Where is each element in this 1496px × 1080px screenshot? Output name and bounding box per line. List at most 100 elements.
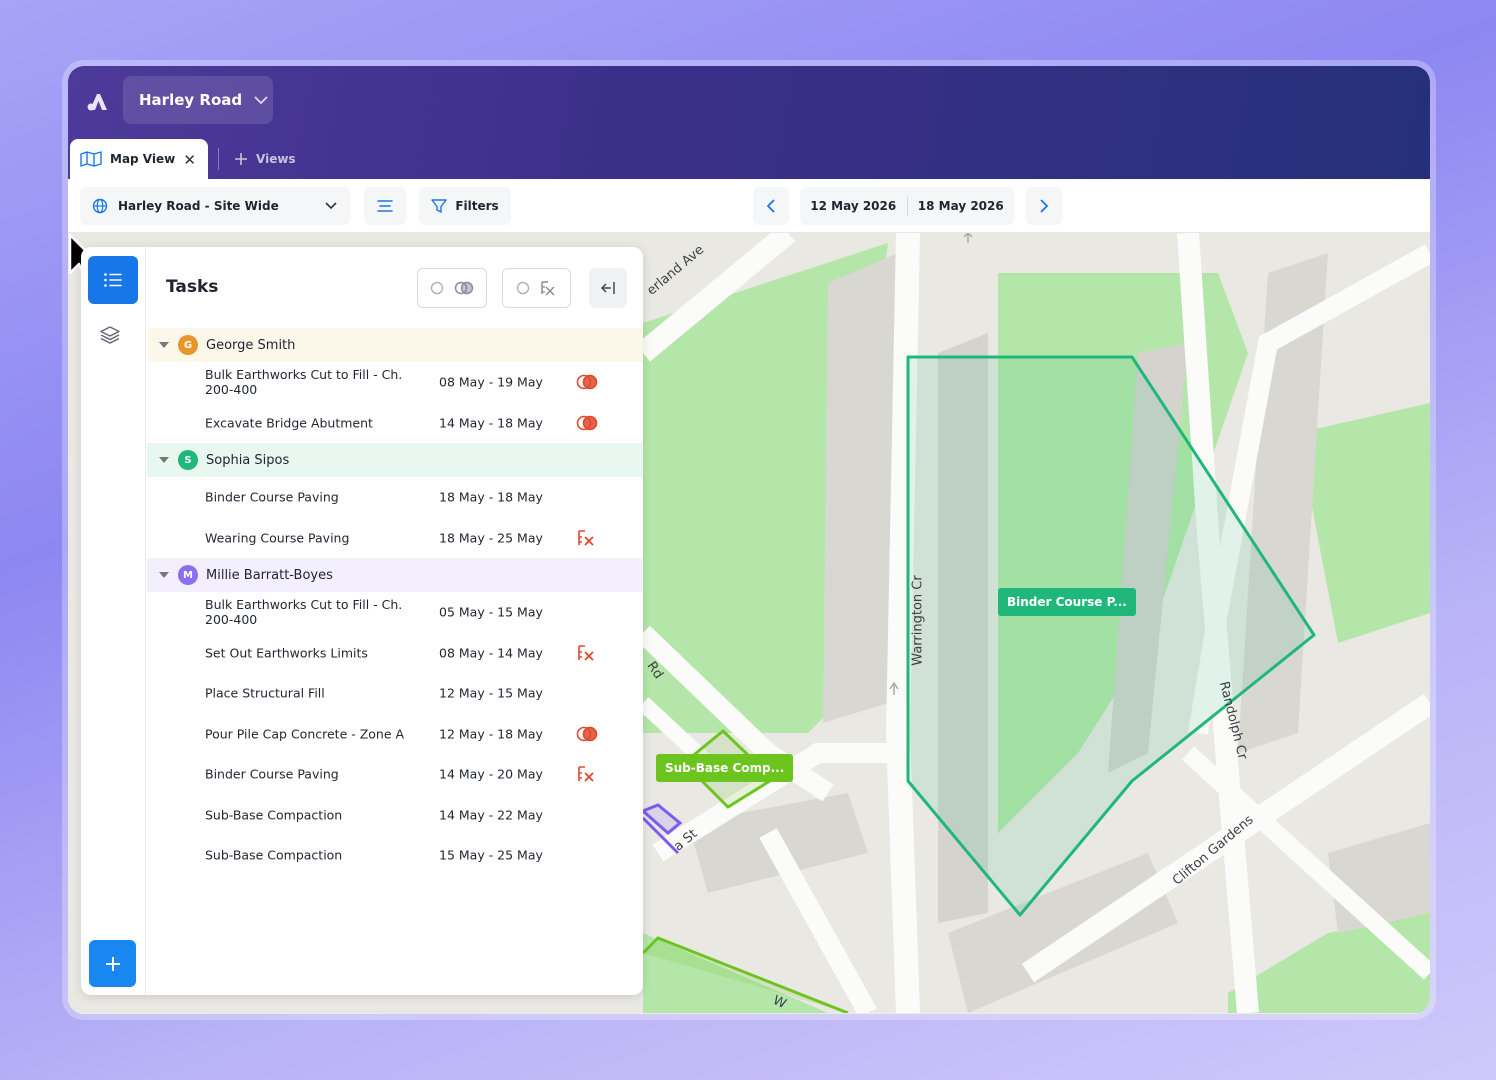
panel-rail	[81, 247, 146, 995]
assignee-name: George Smith	[206, 337, 296, 353]
next-date-button[interactable]	[1026, 187, 1062, 225]
collapse-panel-button[interactable]	[589, 268, 627, 308]
task-name: Bulk Earthworks Cut to Fill - Ch. 200-40…	[205, 597, 403, 628]
date-start[interactable]: 12 May 2026	[800, 199, 907, 213]
chevron-down-icon	[325, 202, 337, 210]
project-name: Harley Road	[139, 91, 243, 109]
task-row[interactable]: Binder Course Paving 18 May - 18 May	[147, 477, 643, 518]
add-task-button[interactable]	[89, 940, 136, 987]
expand-caret-icon[interactable]	[159, 457, 169, 463]
task-dates: 15 May - 25 May	[439, 847, 543, 863]
task-list-icon	[104, 273, 122, 287]
task-dates: 14 May - 20 May	[439, 766, 543, 782]
collapse-left-icon	[600, 282, 615, 294]
no-location-icon[interactable]	[576, 644, 598, 662]
project-selector[interactable]: Harley Road	[123, 76, 273, 124]
top-navigation-bar: Harley Road Map View ✕ Views	[68, 66, 1430, 179]
task-name: Place Structural Fill	[205, 685, 325, 701]
assignee-name: Millie Barratt-Boyes	[206, 567, 333, 583]
conflict-icon[interactable]	[576, 414, 598, 432]
avatar: G	[178, 335, 198, 355]
tab-label: Map View	[110, 152, 176, 166]
tasks-panel: Tasks G George Smith Bulk Earthworks Cut t…	[81, 247, 643, 995]
no-location-filter-toggle[interactable]	[502, 268, 571, 308]
task-row[interactable]: Sub-Base Compaction 14 May - 22 May	[147, 795, 643, 836]
map-toolbar: Harley Road - Site Wide Filters 12 May 2…	[68, 179, 1430, 233]
globe-icon	[92, 198, 108, 214]
overlap-icon	[454, 281, 474, 295]
avatar: M	[178, 565, 198, 585]
task-row[interactable]: Pour Pile Cap Concrete - Zone A 12 May - …	[147, 714, 643, 755]
task-dates: 14 May - 18 May	[439, 415, 543, 431]
chevron-down-icon	[254, 95, 268, 104]
panel-title: Tasks	[166, 277, 219, 297]
close-tab-icon[interactable]: ✕	[183, 151, 196, 169]
expand-caret-icon[interactable]	[159, 572, 169, 578]
no-location-icon[interactable]	[576, 765, 598, 783]
task-row[interactable]: Bulk Earthworks Cut to Fill - Ch. 200-40…	[147, 592, 643, 633]
site-label: Harley Road - Site Wide	[118, 199, 279, 213]
previous-date-button[interactable]	[753, 187, 789, 225]
filter-icon	[431, 199, 448, 213]
add-view-button[interactable]: Views	[234, 146, 296, 172]
tab-map-view[interactable]: Map View ✕	[70, 139, 208, 179]
assignee-name: Sophia Sipos	[206, 452, 290, 468]
radio-icon	[516, 281, 529, 295]
chevron-left-icon	[766, 199, 775, 213]
task-row[interactable]: Excavate Bridge Abutment 14 May - 18 May	[147, 403, 643, 444]
task-dates: 12 May - 18 May	[439, 726, 543, 742]
sub-base-zone-label[interactable]: Sub-Base Comp...	[656, 754, 794, 782]
conflict-filter-toggle[interactable]	[417, 268, 487, 308]
task-name: Binder Course Paving	[205, 489, 339, 505]
task-name: Sub-Base Compaction	[205, 847, 343, 863]
avatar: S	[178, 450, 198, 470]
task-row[interactable]: Bulk Earthworks Cut to Fill - Ch. 200-40…	[147, 362, 643, 403]
chevron-right-icon	[1040, 199, 1049, 213]
assignee-group-header[interactable]: M Millie Barratt-Boyes	[147, 558, 643, 592]
conflict-icon[interactable]	[576, 725, 598, 743]
site-selector[interactable]: Harley Road - Site Wide	[80, 187, 350, 225]
task-name: Wearing Course Paving	[205, 530, 350, 546]
tasks-rail-button[interactable]	[88, 256, 138, 304]
assignee-group-header[interactable]: S Sophia Sipos	[147, 443, 643, 477]
map-icon	[80, 151, 102, 167]
task-dates: 12 May - 15 May	[439, 685, 543, 701]
date-range-picker[interactable]: 12 May 2026 18 May 2026	[800, 187, 1014, 225]
date-end[interactable]: 18 May 2026	[908, 199, 1015, 213]
filters-label: Filters	[455, 199, 499, 213]
expand-caret-icon[interactable]	[159, 342, 169, 348]
task-dates: 14 May - 22 May	[439, 807, 543, 823]
app-frame: Harley Road Map View ✕ Views Harley Road…	[68, 66, 1430, 1014]
no-location-icon[interactable]	[576, 529, 598, 547]
task-dates: 18 May - 18 May	[439, 489, 543, 505]
task-name: Set Out Earthworks Limits	[205, 645, 368, 661]
task-name: Bulk Earthworks Cut to Fill - Ch. 200-40…	[205, 367, 403, 398]
plus-icon	[105, 956, 120, 971]
task-dates: 18 May - 25 May	[439, 530, 543, 546]
views-label: Views	[256, 152, 296, 166]
street-label: Warrington Cr	[910, 575, 926, 666]
task-name: Pour Pile Cap Concrete - Zone A	[205, 726, 405, 742]
task-list: G George Smith Bulk Earthworks Cut to Fill…	[147, 328, 643, 876]
task-name: Binder Course Paving	[205, 766, 339, 782]
layers-icon[interactable]	[99, 325, 121, 345]
filters-button[interactable]: Filters	[419, 187, 511, 225]
task-row[interactable]: Place Structural Fill 12 May - 15 May	[147, 673, 643, 714]
conflict-icon[interactable]	[576, 373, 598, 391]
plus-icon	[235, 153, 247, 165]
assignee-group-header[interactable]: G George Smith	[147, 328, 643, 362]
task-row[interactable]: Wearing Course Paving 18 May - 25 May	[147, 518, 643, 559]
task-dates: 08 May - 19 May	[439, 374, 543, 390]
task-dates: 05 May - 15 May	[439, 604, 543, 620]
list-icon	[377, 200, 393, 212]
task-row[interactable]: Set Out Earthworks Limits 08 May - 14 May	[147, 633, 643, 674]
task-dates: 08 May - 14 May	[439, 645, 543, 661]
tab-divider	[218, 148, 219, 170]
app-logo-icon[interactable]	[86, 90, 110, 112]
binder-course-zone-label[interactable]: Binder Course P...	[998, 588, 1136, 616]
task-name: Excavate Bridge Abutment	[205, 415, 373, 431]
task-row[interactable]: Binder Course Paving 14 May - 20 May	[147, 754, 643, 795]
task-name: Sub-Base Compaction	[205, 807, 343, 823]
task-row[interactable]: Sub-Base Compaction 15 May - 25 May	[147, 835, 643, 876]
list-view-button[interactable]	[364, 187, 406, 225]
